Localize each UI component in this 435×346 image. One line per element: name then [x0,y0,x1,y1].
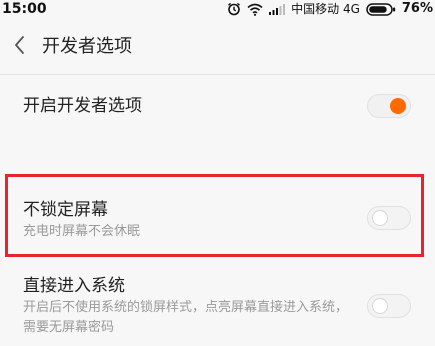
toggle-knob [372,210,388,226]
keep-screen-on-toggle[interactable] [367,206,411,230]
status-time: 15:00 [2,1,47,17]
setting-row-developer-options[interactable]: 开启开发者选项 [0,80,435,135]
wifi-icon [247,3,263,16]
status-bar: 15:00 中国移动 4G 76% [0,0,435,22]
screen: 15:00 中国移动 4G 76% 开发者选项 开启开发者选项 不锁定屏幕 充电… [0,0,435,346]
carrier-label: 中国移动 4G [291,2,360,16]
signal-icon [269,3,286,15]
chevron-left-icon [13,35,25,59]
toggle-knob [390,98,406,114]
back-button[interactable] [6,30,32,64]
header: 开发者选项 [0,22,435,75]
status-icons: 中国移动 4G 76% [227,0,433,18]
setting-subtitle: 开启后不使用系统的锁屏样式，点亮屏幕直接进入系统，需要无屏幕密码 [23,300,349,335]
battery-percent: 76% [401,1,433,16]
direct-enter-system-toggle[interactable] [367,294,411,318]
setting-title: 不锁定屏幕 [23,200,108,220]
developer-options-toggle[interactable] [367,94,411,118]
setting-row-keep-screen-on[interactable]: 不锁定屏幕 充电时屏幕不会休眠 [0,180,435,252]
battery-icon [366,2,396,16]
setting-title: 开启开发者选项 [23,96,142,116]
setting-title: 直接进入系统 [23,276,125,296]
toggle-knob [372,298,388,314]
setting-subtitle: 充电时屏幕不会休眠 [23,224,141,239]
page-title: 开发者选项 [42,36,132,57]
alarm-icon [227,2,241,16]
setting-row-direct-enter-system[interactable]: 直接进入系统 开启后不使用系统的锁屏样式，点亮屏幕直接进入系统，需要无屏幕密码 [0,262,435,346]
